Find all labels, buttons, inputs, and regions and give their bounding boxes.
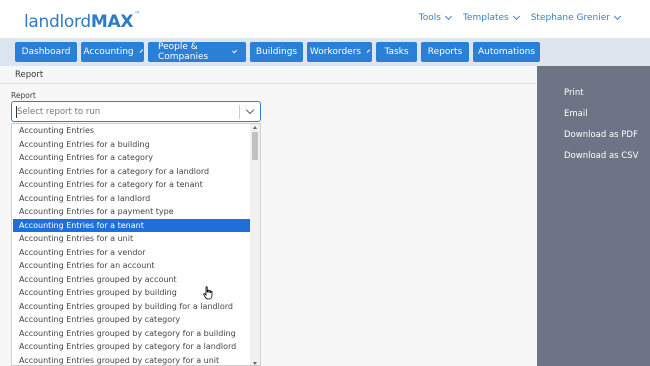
nav-buildings-label: Buildings [255, 47, 298, 57]
nav-reports-label: Reports [427, 47, 463, 57]
hand-pointer-cursor-icon [203, 286, 213, 300]
report-option[interactable]: Accounting Entries for a payment type [13, 205, 250, 218]
report-options-list: Accounting Entries Accounting Entries fo… [11, 123, 261, 366]
report-option[interactable]: Accounting Entries for a category [13, 151, 250, 164]
scrollbar-thumb[interactable] [252, 132, 258, 160]
dropdown-scrollbar[interactable] [250, 124, 260, 365]
chevron-down-icon[interactable] [245, 105, 255, 115]
chevron-down-icon [231, 47, 237, 54]
nav-people-companies-button[interactable]: People & Companies [148, 42, 246, 62]
print-link[interactable]: Print [564, 88, 584, 98]
report-option[interactable]: Accounting Entries for a category for a … [13, 165, 250, 178]
chevron-down-icon [366, 48, 371, 53]
chevron-down-icon [512, 12, 520, 21]
templates-menu[interactable]: Templates [462, 12, 520, 23]
report-option[interactable]: Accounting Entries for a unit [13, 232, 250, 245]
report-option[interactable]: Accounting Entries for an account [13, 259, 250, 272]
nav-buttons: Dashboard Accounting People & Companies … [15, 42, 540, 62]
report-option[interactable]: Accounting Entries for a landlord [13, 192, 250, 205]
templates-menu-label: Templates [462, 13, 509, 23]
report-option[interactable]: Accounting Entries [13, 124, 250, 137]
report-option-highlighted[interactable]: Accounting Entries for a tenant [13, 218, 250, 232]
nav-dashboard-button[interactable]: Dashboard [15, 42, 77, 62]
nav-people-companies-label: People & Companies [158, 42, 209, 62]
report-option[interactable]: Accounting Entries for a building [13, 138, 250, 151]
chevron-down-icon [613, 12, 622, 21]
logo-light-text: landlord [24, 12, 91, 32]
report-option[interactable]: Accounting Entries grouped by account [13, 273, 250, 286]
nav-tasks-button[interactable]: Tasks [376, 42, 417, 62]
tools-menu-label: Tools [418, 13, 441, 23]
download-csv-link[interactable]: Download as CSV [564, 151, 638, 161]
main-content: Report Report Select report to run Accou… [0, 66, 537, 366]
nav-reports-button[interactable]: Reports [421, 42, 469, 62]
nav-automations-button[interactable]: Automations [473, 42, 540, 62]
email-link[interactable]: Email [564, 109, 588, 119]
title-divider [0, 83, 537, 84]
nav-workorders-label: Workorders [309, 47, 362, 57]
main-navbar: Dashboard Accounting People & Companies … [0, 38, 650, 66]
download-pdf-link[interactable]: Download as PDF [564, 130, 638, 140]
logo-trademark: ™ [134, 11, 141, 18]
nav-workorders-button[interactable]: Workorders [307, 42, 372, 62]
nav-buildings-button[interactable]: Buildings [250, 42, 303, 62]
chevron-down-icon [139, 48, 143, 53]
select-separator [239, 105, 240, 119]
report-option[interactable]: Accounting Entries grouped by category f… [13, 340, 250, 353]
page-title: Report [15, 70, 44, 80]
landlordmax-logo[interactable]: landlord MAX ™ [24, 6, 140, 32]
chevron-down-icon [444, 12, 452, 21]
report-actions-panel: Print Email Download as PDF Download as … [537, 66, 650, 366]
user-menu-label: Stephane Grenier [530, 13, 610, 23]
report-field-label: Report [11, 91, 36, 100]
nav-accounting-label: Accounting [83, 47, 134, 57]
top-menu: Tools Templates Stephane Grenier [418, 12, 622, 23]
nav-dashboard-label: Dashboard [21, 47, 71, 57]
tools-menu[interactable]: Tools [418, 12, 452, 23]
report-option[interactable]: Accounting Entries for a vendor [13, 246, 250, 259]
report-option[interactable]: Accounting Entries grouped by building f… [13, 300, 250, 313]
logo-bold-text: MAX [90, 12, 134, 32]
nav-tasks-label: Tasks [384, 47, 409, 57]
report-option[interactable]: Accounting Entries grouped by category f… [13, 327, 250, 340]
report-option[interactable]: Accounting Entries for a category for a … [13, 178, 250, 191]
report-option[interactable]: Accounting Entries grouped by category f… [13, 354, 250, 366]
nav-automations-label: Automations [477, 47, 536, 57]
report-option[interactable]: Accounting Entries grouped by category [13, 313, 250, 326]
report-select[interactable]: Select report to run [11, 101, 261, 122]
user-menu[interactable]: Stephane Grenier [530, 12, 622, 23]
app-header: landlord MAX ™ Tools Templates Stephane … [0, 0, 650, 38]
report-select-placeholder: Select report to run [17, 107, 101, 117]
scroll-up-arrow-icon[interactable] [253, 126, 257, 129]
scroll-down-arrow-icon[interactable] [253, 362, 257, 365]
nav-accounting-button[interactable]: Accounting [81, 42, 144, 62]
